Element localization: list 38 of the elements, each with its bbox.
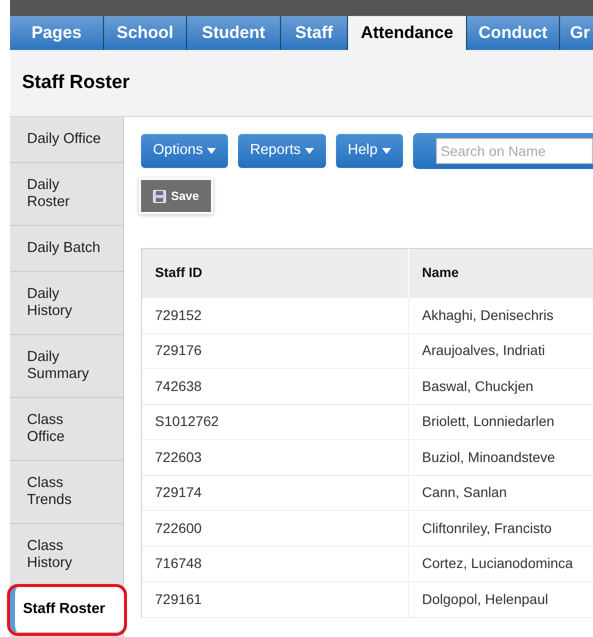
menu-button[interactable]: Options (141, 134, 228, 168)
table-cell-text: 729174 (154, 483, 203, 502)
table-cell: Cann, Sanlan (408, 476, 593, 510)
table-cell-text: 722603 (154, 448, 203, 467)
menu-button[interactable]: Reports (238, 134, 326, 168)
table-cell: Buziol, Minoandsteve (408, 440, 593, 474)
column-header: Name (408, 249, 593, 298)
sidebar-item[interactable]: Daily Roster (10, 163, 123, 226)
table-cell: Baswal, Chuckjen (408, 369, 593, 404)
table-cell-text: 729176 (154, 341, 203, 360)
table-cell-text: 716748 (154, 554, 203, 574)
menu-button[interactable]: Help (336, 134, 403, 168)
table-cell: Dolgopol, Helenpaul (408, 582, 593, 616)
column-header: Staff ID (154, 264, 204, 282)
table-cell-text: 722600 (154, 518, 203, 538)
caret-icon (304, 148, 314, 154)
sidebar-item[interactable]: Staff Roster (10, 587, 124, 633)
save-button[interactable]: Save (141, 180, 212, 212)
sidebar-item[interactable]: Daily Office (10, 117, 123, 163)
sidebar-item[interactable]: Class Trends (10, 461, 123, 524)
sidebar-item[interactable]: Daily History (10, 272, 123, 335)
table-cell: Araujoalves, Indriati (408, 334, 593, 368)
search-field[interactable]: Search on Name (436, 138, 593, 164)
table-cell-text: S1012762 (154, 412, 220, 432)
sidebar-item[interactable]: Daily Summary (10, 335, 123, 398)
table-cell: Briolett, Lonniedarlen (408, 404, 593, 439)
table-cell: Cortez, Lucianodominca (408, 546, 593, 581)
table-cell-text: 729161 (154, 590, 203, 609)
page-title: Staff Roster (22, 70, 130, 95)
nav-tab[interactable]: Attendance (348, 16, 467, 50)
caret-icon (206, 148, 216, 154)
sidebar-item[interactable]: Daily Batch (10, 226, 123, 272)
table-cell-text: 729152 (154, 306, 203, 325)
table-cell: Cliftonriley, Francisto (408, 511, 593, 546)
table-cell: Akhaghi, Denisechris (408, 298, 593, 332)
caret-icon (382, 148, 391, 154)
sidebar-item[interactable]: Class Office (10, 398, 123, 461)
table-cell-text: 742638 (154, 376, 203, 396)
